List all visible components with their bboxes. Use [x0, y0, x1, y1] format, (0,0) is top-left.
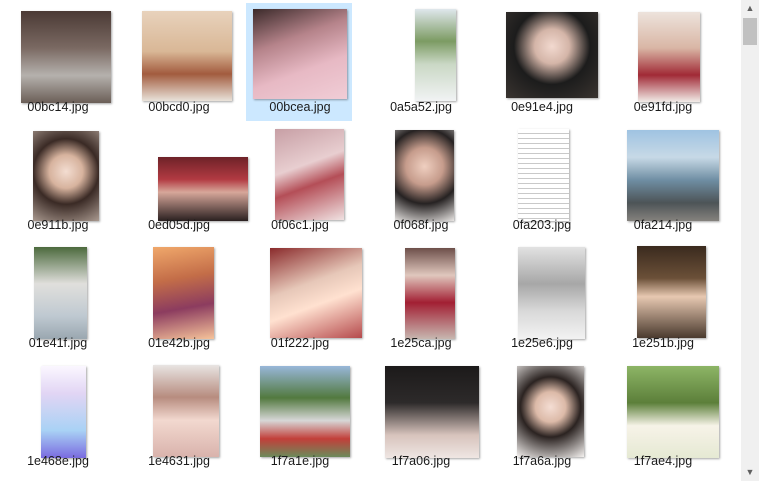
file-tile[interactable]: 1e25ca.jpg: [367, 239, 473, 357]
image-thumbnail[interactable]: [33, 131, 99, 221]
file-tile[interactable]: 01f222.jpg: [246, 239, 362, 357]
image-thumbnail[interactable]: [518, 247, 585, 339]
image-thumbnail[interactable]: [627, 130, 719, 221]
scroll-up-arrow-icon[interactable]: ▲: [741, 0, 759, 17]
image-thumbnail[interactable]: [638, 12, 700, 102]
image-thumbnail[interactable]: [385, 366, 479, 458]
file-name-label: 0ed05d.jpg: [148, 218, 210, 232]
file-tile[interactable]: 0a5a52.jpg: [367, 3, 473, 121]
file-tile[interactable]: 01e41f.jpg: [4, 239, 110, 357]
file-name-label: 1f7a06.jpg: [391, 454, 451, 468]
file-name-label: 1e25e6.jpg: [511, 336, 573, 350]
file-name-label: 00bcd0.jpg: [148, 100, 210, 114]
file-name-label: 0f068f.jpg: [393, 218, 449, 232]
file-tile[interactable]: 1e25e6.jpg: [488, 239, 594, 357]
file-name-label: 00bc14.jpg: [27, 100, 89, 114]
file-tile[interactable]: 1e251b.jpg: [609, 239, 715, 357]
file-tile[interactable]: 0e911b.jpg: [4, 121, 110, 239]
image-thumbnail[interactable]: [405, 248, 455, 339]
file-tile[interactable]: 00bcd0.jpg: [125, 3, 232, 121]
file-tile[interactable]: 1f7a06.jpg: [367, 357, 479, 475]
file-name-label: 0e91e4.jpg: [511, 100, 573, 114]
file-name-label: 0f06c1.jpg: [271, 218, 329, 232]
file-name-label: 1e468e.jpg: [27, 454, 89, 468]
vertical-scrollbar[interactable]: ▲ ▼: [741, 0, 759, 481]
scroll-down-arrow-icon[interactable]: ▼: [741, 464, 759, 481]
image-thumbnail[interactable]: [518, 129, 569, 221]
file-tile[interactable]: 0fa214.jpg: [609, 121, 719, 239]
file-tile[interactable]: 01e42b.jpg: [125, 239, 231, 357]
image-thumbnail[interactable]: [395, 130, 454, 221]
thumbnail-grid: 00bc14.jpg 00bcd0.jpg 00bcea.jpg 0a5a52.jpg…: [0, 0, 741, 481]
file-name-label: 1f7a1e.jpg: [270, 454, 330, 468]
image-thumbnail[interactable]: [153, 365, 219, 457]
image-thumbnail[interactable]: [41, 366, 86, 458]
file-name-label: 1e251b.jpg: [632, 336, 694, 350]
file-name-label: 0e91fd.jpg: [633, 100, 693, 114]
image-thumbnail[interactable]: [627, 366, 719, 458]
file-name-label: 0fa203.jpg: [512, 218, 572, 232]
file-name-label: 00bcea.jpg: [269, 100, 331, 114]
file-name-label: 01e42b.jpg: [148, 336, 210, 350]
image-thumbnail[interactable]: [142, 11, 232, 101]
file-name-label: 01e41f.jpg: [28, 336, 88, 350]
file-tile[interactable]: 0e91e4.jpg: [488, 3, 598, 121]
image-thumbnail[interactable]: [34, 247, 87, 339]
file-name-label: 0a5a52.jpg: [390, 100, 452, 114]
scrollbar-thumb[interactable]: [743, 18, 757, 45]
file-tile[interactable]: 00bc14.jpg: [4, 3, 111, 121]
file-tile[interactable]: 1f7a6a.jpg: [488, 357, 594, 475]
file-name-label: 0e911b.jpg: [27, 218, 89, 232]
image-thumbnail[interactable]: [517, 366, 584, 457]
file-tile[interactable]: 1f7a1e.jpg: [246, 357, 352, 475]
image-thumbnail[interactable]: [260, 366, 350, 457]
file-tile[interactable]: 0e91fd.jpg: [609, 3, 715, 121]
file-name-label: 1e4631.jpg: [148, 454, 210, 468]
image-thumbnail[interactable]: [253, 9, 347, 99]
file-tile[interactable]: 1f7ae4.jpg: [609, 357, 719, 475]
image-thumbnail[interactable]: [637, 246, 706, 338]
image-thumbnail[interactable]: [158, 157, 248, 221]
file-name-label: 01f222.jpg: [270, 336, 330, 350]
file-tile[interactable]: 1e468e.jpg: [4, 357, 110, 475]
image-thumbnail[interactable]: [21, 11, 111, 103]
file-tile[interactable]: 0f068f.jpg: [367, 121, 473, 239]
file-tile[interactable]: 00bcea.jpg: [246, 3, 352, 121]
image-thumbnail[interactable]: [506, 12, 598, 98]
image-thumbnail[interactable]: [153, 247, 214, 339]
file-name-label: 1f7a6a.jpg: [512, 454, 572, 468]
file-name-label: 1f7ae4.jpg: [633, 454, 693, 468]
file-tile[interactable]: 1e4631.jpg: [125, 357, 231, 475]
file-name-label: 0fa214.jpg: [633, 218, 693, 232]
file-tile[interactable]: 0f06c1.jpg: [246, 121, 352, 239]
file-tile[interactable]: 0fa203.jpg: [488, 121, 594, 239]
image-thumbnail[interactable]: [415, 9, 456, 101]
image-thumbnail[interactable]: [275, 129, 344, 220]
file-tile[interactable]: 0ed05d.jpg: [125, 121, 248, 239]
file-name-label: 1e25ca.jpg: [390, 336, 452, 350]
image-thumbnail[interactable]: [270, 248, 362, 338]
